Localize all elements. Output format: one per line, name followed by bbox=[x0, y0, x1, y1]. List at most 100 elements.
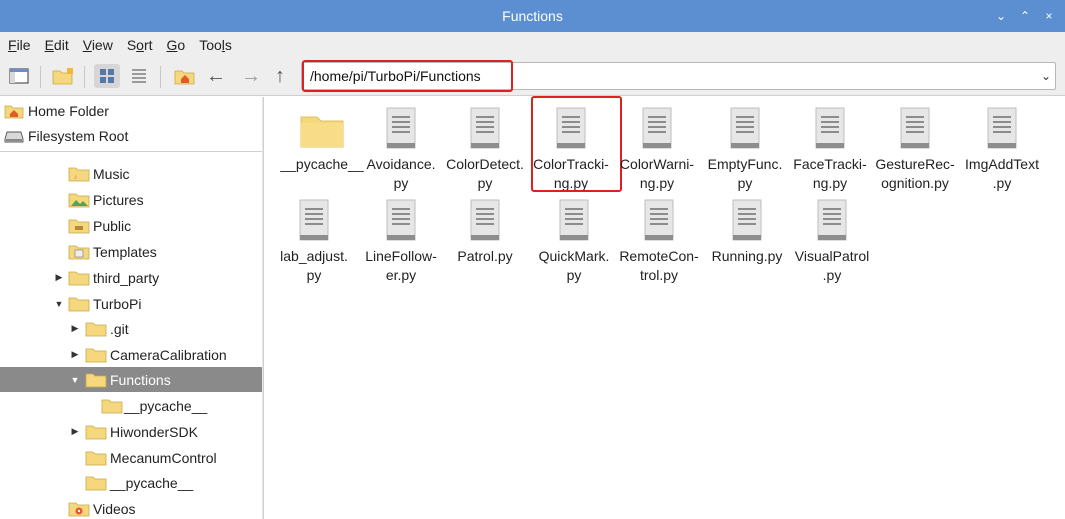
tree-item-public[interactable]: Public bbox=[0, 213, 263, 238]
place-filesystem-root[interactable]: Filesystem Root bbox=[4, 124, 128, 148]
menu-edit[interactable]: Edit bbox=[43, 35, 71, 55]
text-file-icon bbox=[470, 199, 500, 241]
text-file-icon bbox=[817, 199, 847, 241]
chevron-down-icon: ⌄ bbox=[1040, 69, 1052, 83]
new-window-button[interactable] bbox=[6, 64, 32, 88]
file-name-line1: LineFollow- bbox=[365, 248, 437, 264]
file-name-line1: QuickMark. bbox=[538, 248, 610, 264]
new-folder-button[interactable] bbox=[50, 64, 76, 88]
file-item[interactable]: ColorWarni-ng.py bbox=[614, 105, 700, 193]
collapse-icon[interactable]: ▼ bbox=[54, 299, 64, 309]
file-item[interactable]: Running.py bbox=[704, 197, 790, 266]
file-name: __pycache__ bbox=[279, 155, 365, 174]
music-folder-icon: ♪ bbox=[68, 167, 90, 181]
tree-item-pycache[interactable]: __pycache__ bbox=[0, 393, 263, 418]
minimize-button[interactable]: ⌄ bbox=[995, 0, 1007, 32]
menu-tools[interactable]: Tools bbox=[197, 35, 234, 55]
file-item[interactable]: QuickMark. py bbox=[531, 197, 617, 285]
text-file-icon bbox=[386, 199, 416, 241]
home-button[interactable] bbox=[172, 64, 198, 88]
file-name-line1: RemoteCon- bbox=[619, 248, 699, 264]
back-icon: ← bbox=[206, 65, 226, 87]
file-item[interactable]: FaceTracki-ng.py bbox=[787, 105, 873, 193]
tree-item-videos[interactable]: Videos bbox=[0, 496, 263, 519]
text-file-icon bbox=[815, 107, 845, 149]
menu-go-mnemonic: G bbox=[166, 37, 178, 53]
file-name-line1: ImgAddText bbox=[965, 156, 1039, 172]
text-file-icon bbox=[732, 199, 762, 241]
file-name: EmptyFunc. py bbox=[702, 155, 788, 193]
file-name-line2: ognition.py bbox=[881, 175, 949, 191]
menu-sort[interactable]: Sort bbox=[125, 35, 155, 55]
tree-item-third-party[interactable]: ▶ third_party bbox=[0, 265, 263, 290]
tree-item-hiwondersdk[interactable]: ▶ HiwonderSDK bbox=[0, 419, 263, 444]
maximize-button[interactable]: ⌃ bbox=[1019, 0, 1031, 32]
file-item[interactable]: __pycache__ bbox=[279, 105, 365, 174]
file-name: VisualPatrol .py bbox=[789, 247, 875, 285]
file-icon-view: __pycache__ Avoidance. py ColorDetect. py … bbox=[265, 96, 1065, 519]
text-file-icon bbox=[386, 107, 416, 149]
list-view-button[interactable] bbox=[126, 64, 152, 88]
close-button[interactable]: × bbox=[1043, 0, 1055, 32]
file-item[interactable]: GestureRec-ognition.py bbox=[872, 105, 958, 193]
tree-label: TurboPi bbox=[93, 295, 142, 312]
expand-icon[interactable]: ▶ bbox=[54, 272, 64, 283]
tree-item-templates[interactable]: Templates bbox=[0, 239, 263, 264]
drive-icon bbox=[4, 131, 24, 143]
file-item[interactable]: lab_adjust. py bbox=[271, 197, 357, 285]
tree-item-git[interactable]: ▶ .git bbox=[0, 316, 263, 341]
menu-view[interactable]: View bbox=[81, 35, 115, 55]
expand-icon[interactable]: ▶ bbox=[70, 323, 80, 334]
tree-label: Music bbox=[93, 165, 130, 182]
file-name: LineFollow-er.py bbox=[358, 247, 444, 285]
tree-item-pictures[interactable]: Pictures bbox=[0, 187, 263, 212]
menu-go[interactable]: Go bbox=[165, 35, 188, 55]
expand-icon[interactable]: ▶ bbox=[70, 349, 80, 360]
path-dropdown-button[interactable]: ⌄ bbox=[1034, 62, 1058, 90]
text-file-icon bbox=[299, 199, 329, 241]
place-home-folder[interactable]: Home Folder bbox=[4, 99, 109, 123]
file-name-line1: ColorDetect. bbox=[446, 156, 524, 172]
text-file-icon bbox=[987, 107, 1017, 149]
file-item[interactable]: ColorDetect. py bbox=[442, 105, 528, 193]
file-name: lab_adjust. py bbox=[271, 247, 357, 285]
tree-item-music[interactable]: ♪ Music bbox=[0, 161, 263, 186]
folder-icon bbox=[85, 425, 107, 439]
up-button[interactable]: ↑ bbox=[275, 63, 285, 89]
forward-button[interactable]: → bbox=[241, 63, 261, 89]
tree-item-turbopi[interactable]: ▼ TurboPi bbox=[0, 291, 263, 316]
file-name-line2: py bbox=[306, 267, 322, 283]
places-section: Home Folder Filesystem Root bbox=[0, 97, 263, 152]
tree-item-functions[interactable]: ▼ Functions bbox=[0, 367, 263, 392]
back-button[interactable]: ← bbox=[206, 63, 226, 89]
folder-icon bbox=[68, 271, 90, 285]
file-name-line2: py bbox=[477, 175, 493, 191]
tree-item-pycache-2[interactable]: __pycache__ bbox=[0, 470, 263, 495]
tree-item-mecanumcontrol[interactable]: MecanumControl bbox=[0, 445, 263, 470]
menu-edit-mnemonic: E bbox=[44, 37, 54, 53]
file-item[interactable]: RemoteCon-trol.py bbox=[616, 197, 702, 285]
file-item[interactable]: Avoidance. py bbox=[358, 105, 444, 193]
icon-view-button[interactable] bbox=[94, 64, 120, 88]
file-item[interactable]: Patrol.py bbox=[442, 197, 528, 266]
file-name-line2: .py bbox=[992, 175, 1012, 191]
sidebar-scrollbar[interactable] bbox=[262, 97, 263, 519]
file-name-line2: py bbox=[737, 175, 753, 191]
folder-icon bbox=[85, 373, 107, 387]
path-bar[interactable]: /home/pi/TurboPi/Functions bbox=[301, 60, 1056, 92]
file-name-line2: trol.py bbox=[639, 267, 679, 283]
file-item[interactable]: VisualPatrol .py bbox=[789, 197, 875, 285]
path-annotation-box bbox=[302, 60, 513, 92]
tree-item-cameracalibration[interactable]: ▶ CameraCalibration bbox=[0, 342, 263, 367]
menu-file[interactable]: File bbox=[6, 35, 33, 55]
expand-icon[interactable]: ▶ bbox=[70, 426, 80, 437]
file-item[interactable]: LineFollow-er.py bbox=[358, 197, 444, 285]
collapse-icon[interactable]: ▼ bbox=[70, 375, 80, 385]
text-file-icon bbox=[642, 107, 672, 149]
menu-sort-mnemonic: o bbox=[136, 37, 144, 53]
tree-label: HiwonderSDK bbox=[110, 423, 198, 440]
tree-label: third_party bbox=[93, 269, 160, 286]
title-bar[interactable]: Functions ⌄ ⌃ × bbox=[0, 0, 1065, 32]
file-item[interactable]: ImgAddText .py bbox=[959, 105, 1045, 193]
file-item[interactable]: EmptyFunc. py bbox=[702, 105, 788, 193]
